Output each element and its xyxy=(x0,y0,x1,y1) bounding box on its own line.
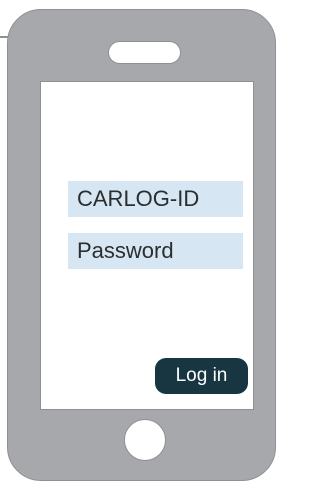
password-field[interactable]: Password xyxy=(68,233,243,269)
phone-screen: CARLOG-ID Password Log in xyxy=(40,81,254,410)
login-button[interactable]: Log in xyxy=(155,358,248,394)
home-button-icon[interactable] xyxy=(124,419,166,461)
illustration: CARLOG-ID Password Log in xyxy=(0,0,282,489)
phone-speaker-icon xyxy=(108,41,181,64)
phone-device: CARLOG-ID Password Log in xyxy=(7,9,276,481)
carlog-id-field[interactable]: CARLOG-ID xyxy=(68,181,243,217)
